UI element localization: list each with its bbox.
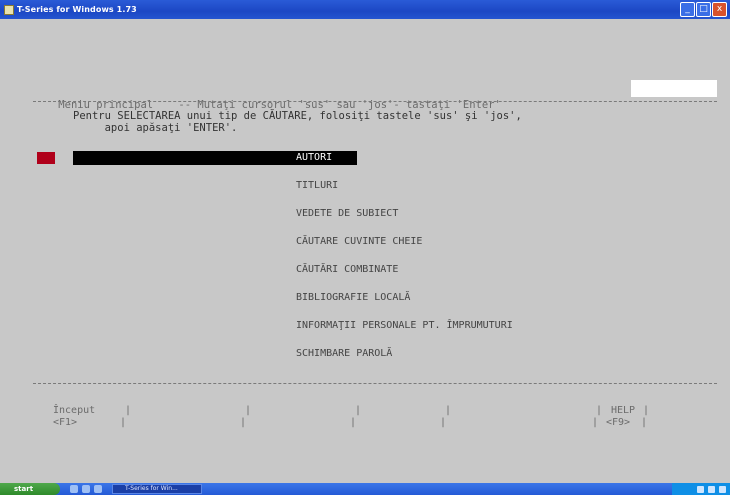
fkey-separator: | [125, 405, 132, 416]
fkey-separator: | [120, 417, 127, 428]
fkey-separator: | [596, 405, 603, 416]
instruction-line-2: apoi apăsaţi 'ENTER'. [73, 122, 238, 134]
window-title: T-Series for Windows 1.73 [17, 5, 137, 14]
fkey-separator: | [350, 417, 357, 428]
menu-item-cautari-combinate[interactable]: CĂUTĂRI COMBINATE [296, 264, 398, 276]
close-button[interactable]: x [712, 2, 727, 17]
fkey-separator: | [440, 417, 447, 428]
cursor-marker [37, 152, 55, 164]
fkey-separator: | [445, 405, 452, 416]
window-controls: _ □ x [680, 2, 727, 17]
menu-item-informatii-personale[interactable]: INFORMAŢII PERSONALE PT. ÎMPRUMUTURI [296, 320, 513, 332]
fkey-help-label[interactable]: HELP [611, 405, 635, 417]
quick-launch [70, 485, 102, 493]
maximize-button[interactable]: □ [696, 2, 711, 17]
fkey-separator: | [355, 405, 362, 416]
quick-launch-icon[interactable] [94, 485, 102, 493]
fkey-inceput-label[interactable]: Început [53, 405, 95, 417]
menu-item-cautare-cuvinte-cheie[interactable]: CĂUTARE CUVINTE CHEIE [296, 236, 422, 248]
taskbar: start T-Series for Win... [0, 483, 730, 495]
minimize-button[interactable]: _ [680, 2, 695, 17]
quick-launch-icon[interactable] [70, 485, 78, 493]
fkey-separator: | [643, 405, 650, 416]
menu-item-autori[interactable]: AUTORI [296, 152, 339, 164]
fkey-separator: | [245, 405, 252, 416]
fkey-inceput-key[interactable]: <F1> [53, 417, 77, 429]
top-divider [33, 101, 717, 102]
fkey-separator: | [592, 417, 599, 428]
start-button[interactable]: start [0, 483, 60, 495]
fkey-help-key[interactable]: <F9> [606, 417, 630, 429]
tray-icon[interactable] [719, 485, 726, 493]
terminal-screen: Meniu principal -- Mutaţi cursorul 'sus'… [0, 19, 730, 483]
menu-item-vedete-de-subiect[interactable]: VEDETE DE SUBIECT [296, 208, 398, 220]
app-icon [4, 4, 14, 15]
function-key-bar: Început <F1> | | | | | | | | | | HELP <F… [33, 405, 717, 435]
fkey-separator: | [240, 417, 247, 428]
menu-item-titluri[interactable]: TITLURI [296, 180, 338, 192]
menu-item-schimbare-parola[interactable]: SCHIMBARE PAROLĂ [296, 348, 392, 360]
header-bar-fill [631, 80, 717, 97]
tray-icon[interactable] [697, 485, 704, 493]
system-tray [672, 483, 730, 495]
quick-launch-icon[interactable] [82, 485, 90, 493]
tray-icon[interactable] [708, 485, 715, 493]
fkey-separator: | [641, 417, 648, 428]
instruction-line-1: Pentru SELECTAREA unui tip de CĂUTARE, f… [73, 110, 522, 122]
menu-header: Meniu principal -- Mutaţi cursorul 'sus'… [33, 80, 717, 111]
title-bar[interactable]: T-Series for Windows 1.73 _ □ x [0, 0, 730, 19]
menu-item-bibliografie-locala[interactable]: BIBLIOGRAFIE LOCALĂ [296, 292, 410, 304]
taskbar-window-button[interactable]: T-Series for Win... [112, 484, 202, 494]
bottom-divider [33, 383, 717, 384]
